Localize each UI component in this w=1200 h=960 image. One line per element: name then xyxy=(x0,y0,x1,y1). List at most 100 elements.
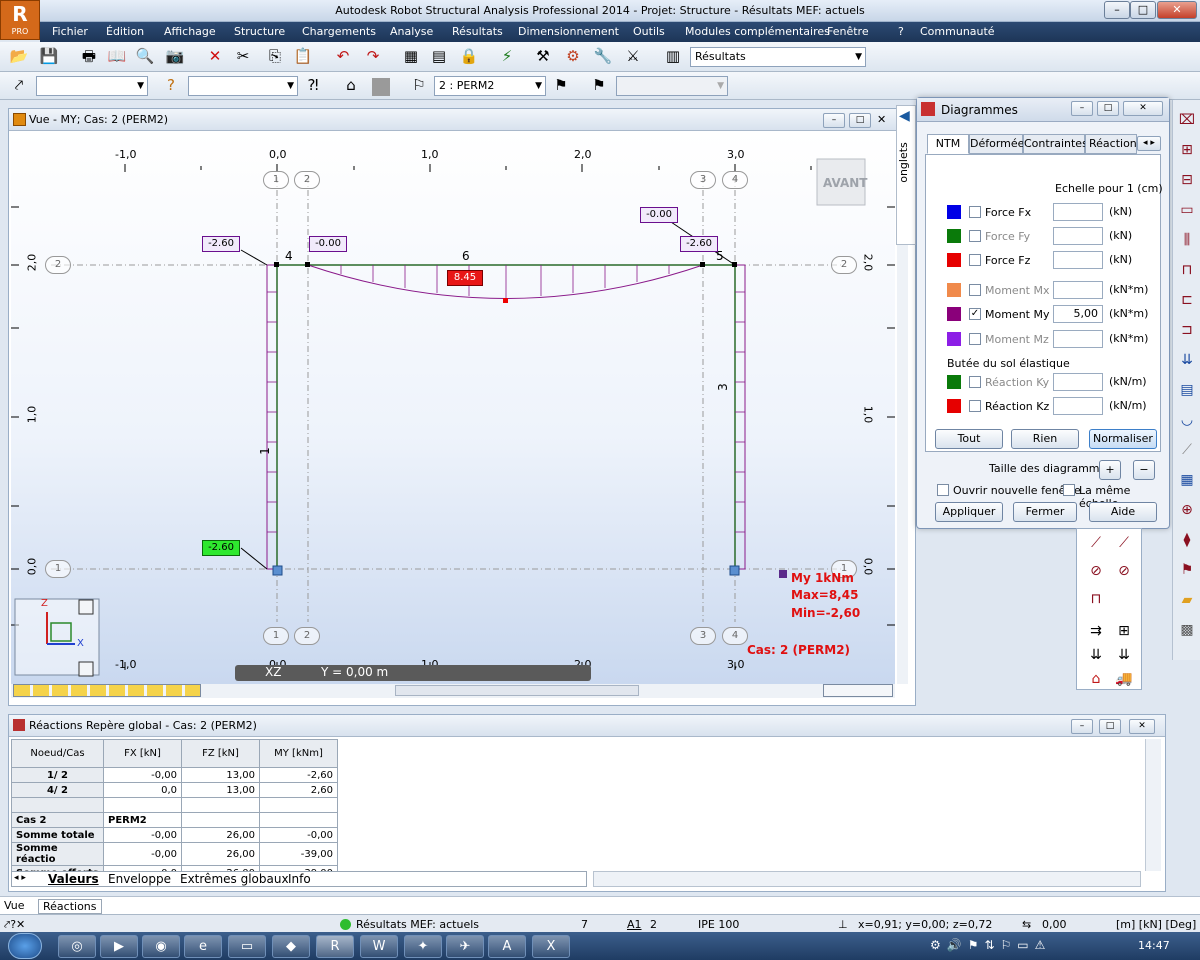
same-scale-checkbox[interactable] xyxy=(1063,484,1075,496)
support-node-4[interactable] xyxy=(729,565,740,576)
menu-fichier[interactable]: Fichier xyxy=(52,25,88,38)
diagram-scale-field[interactable]: 5,00 xyxy=(1053,305,1103,323)
node-marker[interactable] xyxy=(700,262,705,267)
diagram-scale-field[interactable] xyxy=(1053,330,1103,348)
camera-icon[interactable]: 📷 xyxy=(164,45,186,67)
diagram-checkbox[interactable] xyxy=(969,206,981,218)
table-row[interactable]: Somme réactio -0,00 26,00 -39,00 xyxy=(11,842,338,866)
table-header[interactable]: Noeud/Cas xyxy=(11,739,104,768)
support-node-1[interactable] xyxy=(272,565,283,576)
menu-edition[interactable]: Édition xyxy=(106,25,144,38)
menu-affichage[interactable]: Affichage xyxy=(164,25,216,38)
media-task-icon[interactable]: ▶ xyxy=(100,935,138,958)
table-cell[interactable]: -0,00 xyxy=(103,767,182,783)
tab-ntm[interactable]: NTM xyxy=(927,134,969,154)
menu-structure[interactable]: Structure xyxy=(234,25,285,38)
reactions-hscroll[interactable] xyxy=(593,871,1141,887)
color-swatch[interactable] xyxy=(947,307,961,321)
color-swatch[interactable] xyxy=(947,205,961,219)
selection-combo[interactable]: ▼ xyxy=(36,76,148,96)
color-swatch[interactable] xyxy=(947,253,961,267)
table-cell[interactable]: Somme totale xyxy=(11,827,104,843)
table-cell[interactable]: -39,00 xyxy=(259,842,338,866)
dist-load-icon[interactable]: ⇊ xyxy=(1113,645,1135,665)
filter-icon[interactable]: ⁈ xyxy=(302,74,324,96)
frame-small-icon[interactable]: ⊓ xyxy=(1085,589,1107,609)
layout-combo[interactable]: Résultats ▼ xyxy=(690,47,866,67)
diagram-scale-field[interactable] xyxy=(1053,227,1103,245)
box-icon[interactable]: ▰ xyxy=(1176,590,1198,610)
print-icon[interactable]: 🖶 xyxy=(78,45,100,67)
table-cell[interactable]: 26,00 xyxy=(181,842,260,866)
diagram-scale-field[interactable] xyxy=(1053,251,1103,269)
color-swatch[interactable] xyxy=(947,375,961,389)
color-swatch[interactable] xyxy=(947,229,961,243)
truss-icon[interactable]: ⊞ xyxy=(1113,621,1135,641)
size-minus-button[interactable]: − xyxy=(1133,460,1155,480)
table-row[interactable]: Cas 2 PERM2 xyxy=(11,812,338,828)
tab-info[interactable]: Info xyxy=(288,872,311,886)
book-icon[interactable]: 📖 xyxy=(106,45,128,67)
menu-dimensionnement[interactable]: Dimensionnement xyxy=(518,25,619,38)
size-plus-button[interactable]: + xyxy=(1099,460,1121,480)
reactions-close-button[interactable]: ✕ xyxy=(1129,719,1155,734)
pin-icon[interactable]: ⟋ xyxy=(1085,533,1107,553)
selection-help-icon[interactable]: ? xyxy=(160,74,182,96)
table-row[interactable]: 4/ 2 0,0 13,00 2,60 xyxy=(11,782,338,798)
paste-icon[interactable]: 📋 xyxy=(292,45,314,67)
close-dialog-button[interactable]: Fermer xyxy=(1013,502,1077,522)
save-icon[interactable]: 💾 xyxy=(38,45,60,67)
release-icon[interactable]: ⟋ xyxy=(1113,533,1135,553)
color-swatch[interactable] xyxy=(947,399,961,413)
open-icon[interactable]: 📂 xyxy=(8,45,30,67)
cut-icon[interactable]: ✂ xyxy=(232,45,254,67)
diagram-checkbox[interactable] xyxy=(969,284,981,296)
reactions-vscroll[interactable] xyxy=(1145,739,1161,871)
tab-scroll-arrows[interactable]: ◂ ▸ xyxy=(1137,136,1161,151)
wand-icon[interactable]: ⚡ xyxy=(496,45,518,67)
diagram-scale-field[interactable] xyxy=(1053,203,1103,221)
frame-icon[interactable]: ⊓ xyxy=(1176,260,1198,280)
status-tools-icon[interactable]: ⤤?✕ xyxy=(4,918,25,932)
grid-icon[interactable]: ▤ xyxy=(428,45,450,67)
maximize-button[interactable]: □ xyxy=(1130,1,1156,19)
ie-task-icon[interactable]: e xyxy=(184,935,222,958)
view-tools-strip[interactable] xyxy=(13,684,201,697)
table-cell[interactable] xyxy=(181,797,260,813)
table-cell[interactable]: -0,00 xyxy=(103,827,182,843)
status-units[interactable]: [m] [kN] [Deg] xyxy=(1116,918,1196,931)
table-cell[interactable]: 4/ 2 xyxy=(11,782,104,798)
tab-valeurs[interactable]: Valeurs xyxy=(48,872,99,886)
table-cell[interactable]: Cas 2 xyxy=(11,812,104,828)
connection-icon[interactable]: ⧫ xyxy=(1176,530,1198,550)
menu-fenetre[interactable]: Fenêtre xyxy=(827,25,869,38)
node-marker[interactable] xyxy=(305,262,310,267)
hinge-icon[interactable]: ⊘ xyxy=(1085,561,1107,581)
structure-icon[interactable]: ⌧ xyxy=(1176,110,1198,130)
table-cell[interactable]: -0,00 xyxy=(259,827,338,843)
load-case-icon[interactable]: ⚐ xyxy=(408,74,430,96)
nodes-icon[interactable]: ⊞ xyxy=(1176,140,1198,160)
tool-task-icon[interactable]: ✦ xyxy=(404,935,442,958)
table-cell[interactable]: 13,00 xyxy=(181,767,260,783)
load-case-combo[interactable]: 2 : PERM2 ▼ xyxy=(434,76,546,96)
app-logo[interactable]: R PRO xyxy=(0,0,40,40)
table-header[interactable]: MY [kNm] xyxy=(259,739,338,768)
view-minimize-button[interactable]: – xyxy=(823,113,845,128)
flag-icon[interactable]: ⚑ xyxy=(1176,560,1198,580)
mode-combo[interactable]: ▼ xyxy=(616,76,728,96)
undo-icon[interactable]: ↶ xyxy=(332,45,354,67)
all-button[interactable]: Tout xyxy=(935,429,1003,449)
none-button[interactable]: Rien xyxy=(1011,429,1079,449)
diagram-checkbox[interactable] xyxy=(969,230,981,242)
diagrams-close-button[interactable]: ✕ xyxy=(1123,101,1163,116)
diagram-checkbox[interactable]: ✓ xyxy=(969,308,981,320)
avant-label[interactable]: AVANT xyxy=(823,176,867,190)
tab-scroll-left[interactable]: ◂ ▸ xyxy=(14,873,26,883)
diagrams-minimize-button[interactable]: – xyxy=(1071,101,1093,116)
soil-checkbox[interactable] xyxy=(969,376,981,388)
house-load-icon[interactable]: ⌂ xyxy=(1085,669,1107,689)
table-icon[interactable]: ▦ xyxy=(1176,470,1198,490)
table-cell[interactable] xyxy=(103,797,182,813)
tab-contraintes[interactable]: Contraintes xyxy=(1023,134,1088,154)
